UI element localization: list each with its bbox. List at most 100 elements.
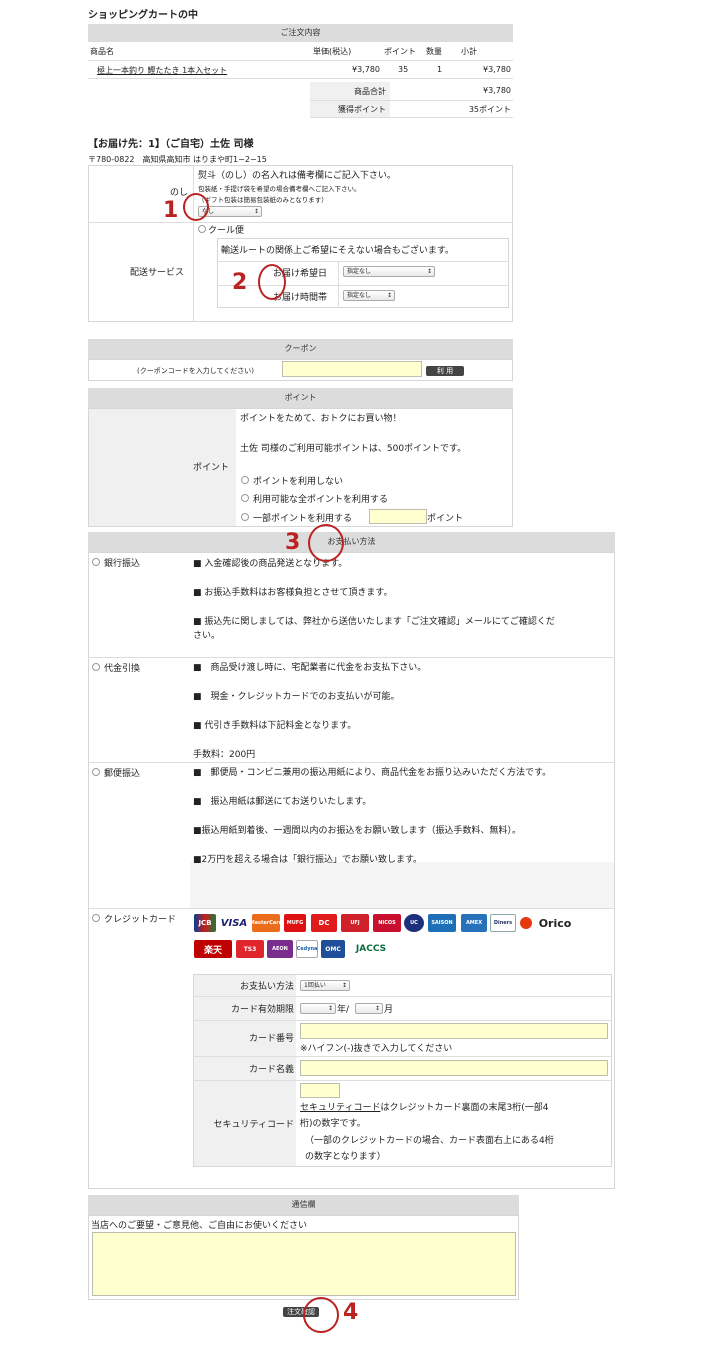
points-none-label: ポイントを利用しない [253, 477, 344, 487]
time-select[interactable]: 指定なし [343, 290, 395, 301]
points-earned-value: 35ポイント [468, 105, 511, 114]
cool-label: クール便 [208, 226, 245, 236]
message-textarea[interactable] [92, 1232, 516, 1296]
total-label: 商品合計 [354, 87, 386, 96]
bank-line-3b: さい。 [193, 631, 221, 641]
col-price: 単価(税込) [313, 47, 352, 56]
points-intro: ポイントをためて、おトクにお買い物！ [240, 414, 402, 424]
cod-label: 代金引換 [104, 664, 141, 674]
marker-circle-4 [303, 1297, 339, 1333]
marker-circle-1 [183, 193, 209, 221]
marker-2: 2 [232, 270, 248, 295]
cvv-note-4: の数字となります） [305, 1152, 386, 1162]
mufg-logo: MUFG [284, 914, 306, 932]
marker-circle-2 [258, 264, 286, 300]
cod-line-4: 手数料：200円 [193, 750, 256, 760]
diners-logo: Diners [490, 914, 516, 932]
coupon-header: クーポン [88, 339, 513, 359]
mastercard-logo: MasterCard [250, 914, 282, 932]
points-amount-input[interactable] [369, 509, 427, 524]
points-available: 土佐 司様のご利用可能ポイントは、500ポイントです。 [240, 444, 467, 454]
card-number-note: ※ハイフン(-)抜きで入力してください [300, 1044, 453, 1054]
omc-logo: OMC [321, 940, 345, 958]
col-points: ポイント [384, 47, 416, 56]
coupon-prompt: (クーポンコードを入力してください) [137, 367, 255, 375]
delivery-address: 〒780-0822 高知県高知市 はりまや町1−2−15 [88, 155, 267, 164]
uc-logo: UC [404, 914, 424, 932]
coupon-input[interactable] [282, 361, 422, 377]
orico-logo: Orico [538, 916, 572, 930]
postal-line-2: ■ 振込用紙は郵送にてお送りいたします。 [193, 797, 372, 807]
marker-3: 3 [285, 530, 301, 555]
points-all-radio[interactable] [241, 494, 249, 502]
jaccs-logo: JACCS [355, 944, 387, 954]
cod-radio[interactable] [92, 663, 100, 671]
cool-radio[interactable] [198, 225, 206, 233]
cedyna-logo: Cedyna [296, 940, 318, 958]
installment-select[interactable]: 1回払い [300, 980, 350, 991]
expiry-month-select[interactable] [300, 1003, 336, 1014]
points-all-label: 利用可能な全ポイントを利用する [253, 495, 389, 505]
total-value: ¥3,780 [483, 86, 511, 95]
page-title: ショッピングカートの中 [88, 10, 198, 21]
aeon-logo: AEON [267, 940, 293, 958]
marker-circle-3 [308, 524, 344, 562]
gift-note: （ギフト包装は簡易包装紙のみとなります） [198, 196, 328, 204]
postal-label: 郵便振込 [104, 769, 141, 779]
bank-label: 銀行振込 [104, 559, 141, 569]
bank-radio[interactable] [92, 558, 100, 566]
dc-logo: DC [311, 914, 337, 932]
cod-line-1: ■ 商品受け渡し時に、宅配業者に代金をお支払下さい。 [193, 663, 427, 673]
jcb-logo: JCB [194, 914, 216, 932]
rakuten-logo: 楽天 [194, 940, 232, 958]
coupon-apply-button[interactable]: 利 用 [426, 366, 464, 376]
col-name: 商品名 [90, 47, 114, 56]
col-qty: 数量 [426, 47, 442, 56]
product-link[interactable]: 極上一本釣り 鰹たたき 1本入セット [97, 66, 227, 75]
marker-1: 1 [163, 198, 179, 223]
visa-logo: VISA [220, 917, 248, 929]
credit-radio[interactable] [92, 914, 100, 922]
amex-logo: AMEX [461, 914, 487, 932]
item-points: 35 [398, 65, 409, 74]
postal-radio[interactable] [92, 768, 100, 776]
cvv-note-2: 桁)の数字です。 [300, 1119, 366, 1129]
points-none-radio[interactable] [241, 476, 249, 484]
pay-method-label: お支払い方法 [239, 982, 294, 992]
ts3-logo: TS3 [236, 940, 264, 958]
message-prompt: 当店へのご要望・ご意見他、ご自由にお使いください [91, 1221, 308, 1231]
points-header: ポイント [88, 388, 513, 408]
order-header: ご注文内容 [88, 24, 513, 42]
year-suffix: 年/ [337, 1005, 350, 1015]
cvv-help-link[interactable]: セキュリティコード [300, 1103, 380, 1113]
wrap-note: 包装紙・手提げ袋を希望の場合備考欄へご記入下さい。 [198, 185, 361, 193]
expiry-year-select[interactable] [355, 1003, 383, 1014]
cvv-note-3: （一部のクレジットカードの場合、カード表面右上にある4桁 [305, 1136, 554, 1146]
saison-logo: SAISON [428, 914, 456, 932]
cod-line-3: ■ 代引き手数料は下記料金となります。 [193, 721, 357, 731]
card-name-input[interactable] [300, 1060, 608, 1076]
points-partial-radio[interactable] [241, 513, 249, 521]
noshi-label: のし [170, 188, 189, 198]
cvv-label: セキュリティコード [213, 1120, 294, 1130]
postal-line-4: ■2万円を超える場合は「銀行振込」でお願い致します。 [193, 855, 423, 865]
cod-line-2: ■ 現金・クレジットカードでのお支払いが可能。 [193, 692, 400, 702]
points-unit: ポイント [427, 514, 464, 524]
expiry-label: カード有効期限 [230, 1005, 294, 1015]
marker-4: 4 [343, 1300, 359, 1325]
cvv-input[interactable] [300, 1083, 340, 1098]
noshi-note: 熨斗（のし）の名入れは備考欄にご記入下さい。 [198, 171, 396, 181]
postal-line-3: ■振込用紙到着後、一週間以内のお振込をお願い致します（振込手数料、無料）。 [193, 826, 522, 836]
points-partial-label: 一部ポイントを利用する [253, 514, 353, 524]
date-select[interactable]: 指定なし [343, 266, 435, 277]
item-qty: 1 [437, 65, 443, 74]
postal-line-1: ■ 郵便局・コンビニ兼用の振込用紙により、商品代金をお振り込みいただく方法です。 [193, 768, 552, 778]
item-price: ¥3,780 [352, 65, 380, 74]
cvv-note-1: はクレジットカード裏面の末尾3桁(一部4 [380, 1103, 549, 1113]
nicos-logo: NICOS [373, 914, 401, 932]
points-label: ポイント [193, 463, 230, 473]
payment-header: お支払い方法 [88, 532, 615, 552]
month-suffix: 月 [384, 1005, 394, 1015]
ufj-logo: UFJ [341, 914, 369, 932]
card-number-input[interactable] [300, 1023, 608, 1039]
